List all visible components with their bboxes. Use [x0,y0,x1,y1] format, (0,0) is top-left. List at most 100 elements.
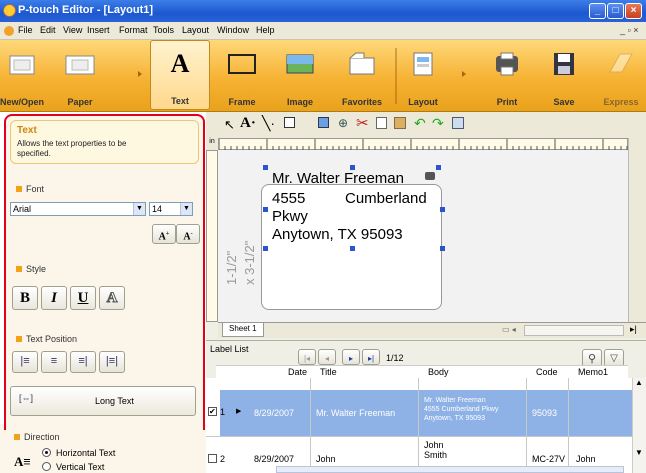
chevron-down-icon[interactable]: ▼ [133,203,145,215]
copy-icon[interactable] [376,117,387,129]
col-code[interactable]: Code [536,367,558,377]
canvas-vscroll[interactable] [628,138,646,322]
save-button[interactable]: Save [542,40,586,110]
express-button[interactable]: Express [596,40,646,110]
scroll-down-icon[interactable]: ▼ [635,448,643,457]
menu-file[interactable]: File [18,25,33,35]
selection-handle[interactable] [263,207,268,212]
row1-code: 95093 [532,408,558,418]
panel-header: Text Allows the text properties to be sp… [10,120,199,164]
row2-title: John [316,454,336,464]
sheet-scroll-icon[interactable]: ▭ ◂ [502,325,516,334]
align-left-icon[interactable]: |≡ [12,351,38,373]
long-text-button[interactable]: [⇔] Long Text [10,386,196,416]
table-row-selected[interactable]: 8/29/2007 Mr. Walter Freeman Mr. Walter … [220,390,632,436]
cut-icon[interactable]: ✂ [356,114,369,132]
row1-pointer-icon: ▶ [236,408,242,415]
label-icon [9,55,35,75]
barcode-tool-icon[interactable] [318,117,329,128]
align-center-icon[interactable]: ≡ [41,351,67,373]
rectangle-tool-icon[interactable] [284,117,295,128]
paste-icon[interactable] [394,117,406,129]
print-button[interactable]: Print [484,40,530,110]
justify-icon[interactable]: |≡| [99,351,125,373]
vertical-radio[interactable] [42,462,51,471]
col-memo1[interactable]: Memo1 [578,367,608,377]
label-city[interactable]: Anytown, TX 95093 [272,226,403,243]
minimize-button[interactable]: _ [589,3,606,19]
long-text-label: Long Text [95,396,134,406]
label-street-number[interactable]: 4555 [272,190,305,207]
select-arrow-icon[interactable]: ↖ [224,117,235,133]
panel-title: Text [17,125,37,136]
mdi-minimize-icon[interactable]: _ ▫ × [620,25,638,35]
menu-edit[interactable]: Edit [40,25,56,35]
selection-handle[interactable] [350,246,355,251]
label-street-name[interactable]: Cumberland [345,190,427,207]
menu-format[interactable]: Format [119,25,148,35]
selection-handle[interactable] [350,165,355,170]
underline-button[interactable]: U [70,286,96,310]
italic-button[interactable]: I [41,286,67,310]
menu-view[interactable]: View [63,25,82,35]
paper-button[interactable]: Paper [54,40,106,110]
col-body[interactable]: Body [428,367,449,377]
bold-button[interactable]: B [12,286,38,310]
favorites-button[interactable]: Favorites [334,40,390,110]
row2-checkbox[interactable] [208,454,217,463]
image-button[interactable]: Image [276,40,324,110]
first-record-icon[interactable]: |◂ [298,349,316,365]
layout-button[interactable]: Layout [400,40,446,110]
menu-layout[interactable]: Layout [182,25,209,35]
label-street-suffix[interactable]: Pkwy [272,208,308,225]
menu-window[interactable]: Window [217,25,249,35]
selection-handle[interactable] [263,246,268,251]
row2-date: 8/29/2007 [254,454,295,464]
selection-handle[interactable] [263,165,268,170]
main-toolbar: New/Open Paper A Text Frame Image Favori… [0,40,646,112]
selection-handle[interactable] [440,246,445,251]
printer-icon [496,52,518,76]
prev-record-icon[interactable]: ◂ [318,349,336,365]
maximize-button[interactable]: □ [607,3,624,19]
col-title[interactable]: Title [320,367,337,377]
redo-icon[interactable]: ↷ [432,115,444,132]
chevron-down-icon[interactable]: ▼ [180,203,192,215]
font-combo[interactable]: Arial ▼ [10,202,146,216]
text-button[interactable]: A Text [150,40,210,110]
view-icon[interactable] [452,117,464,129]
grid-vscroll[interactable]: ▲ ▼ [632,378,646,473]
line-tool-icon[interactable]: ╲· [262,115,275,132]
selection-handle[interactable] [436,165,441,170]
text-position-label: Text Position [16,334,77,344]
outline-button[interactable]: A [99,286,125,310]
grid-hscroll[interactable] [276,466,624,473]
col-date[interactable]: Date [288,367,307,377]
selection-handle[interactable] [440,207,445,212]
menu-insert[interactable]: Insert [87,25,110,35]
align-right-icon[interactable]: ≡| [70,351,96,373]
sheet-hscroll[interactable] [524,325,624,336]
increase-font-icon[interactable]: A+ [152,224,176,244]
label-name-text[interactable]: Mr. Walter Freeman [272,170,404,187]
frame-button[interactable]: Frame [218,40,266,110]
row1-checkbox[interactable]: ✔ [208,407,217,416]
direction-label: Direction [14,432,60,442]
close-button[interactable]: × [625,3,642,19]
horizontal-radio[interactable] [42,448,51,457]
menu-tools[interactable]: Tools [153,25,174,35]
font-size-combo[interactable]: 14 ▼ [149,202,193,216]
sheet-tab[interactable]: Sheet 1 [222,323,264,337]
undo-icon[interactable]: ↶ [414,115,426,132]
new-open-button[interactable]: New/Open [0,40,44,110]
text-tool-icon[interactable]: A· [240,115,256,132]
menu-help[interactable]: Help [256,25,275,35]
column-divider [310,378,311,473]
next-record-icon[interactable]: ▸ [342,349,360,365]
scroll-up-icon[interactable]: ▲ [635,378,643,387]
last-record-icon[interactable]: ▸| [362,349,380,365]
decrease-font-icon[interactable]: A- [176,224,200,244]
database-icon[interactable]: ⊕ [338,116,348,130]
document-icon[interactable] [4,26,14,36]
scroll-right-icon[interactable]: ▸| [630,324,637,335]
